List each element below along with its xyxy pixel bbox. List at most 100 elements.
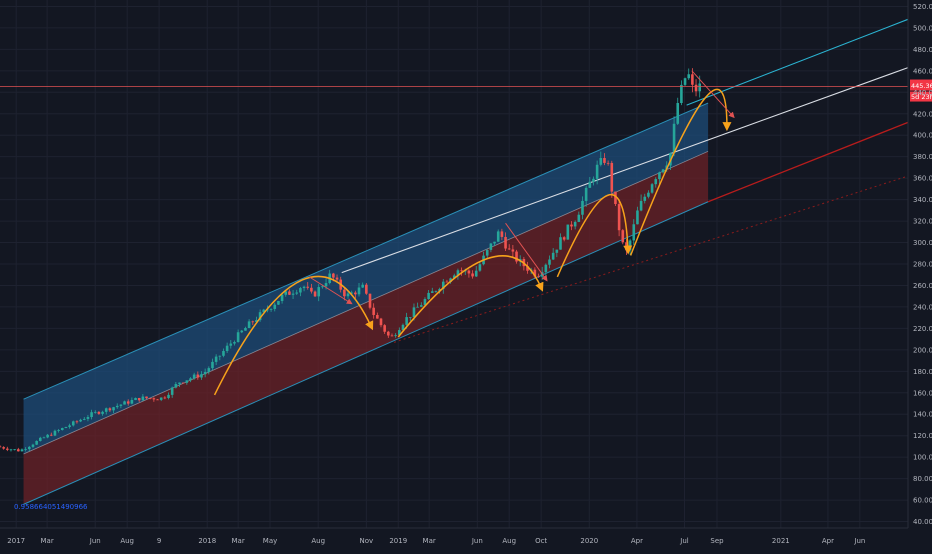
candle-body bbox=[152, 398, 156, 400]
candle-body bbox=[302, 286, 306, 289]
candle-body bbox=[185, 380, 189, 383]
candle-body bbox=[672, 123, 676, 153]
candle-body bbox=[119, 404, 123, 406]
candle-body bbox=[145, 396, 148, 399]
candle-body bbox=[130, 400, 134, 404]
candle-body bbox=[192, 374, 196, 379]
y-tick-label: 420.00 bbox=[913, 110, 932, 118]
candle-body bbox=[471, 273, 474, 277]
candle-body bbox=[365, 284, 368, 294]
candle-body bbox=[53, 430, 57, 436]
candle-body bbox=[68, 425, 71, 428]
candle-body bbox=[507, 248, 511, 250]
candle-body bbox=[225, 345, 229, 352]
candle-body bbox=[368, 293, 372, 308]
candle-body bbox=[229, 343, 233, 346]
candle-body bbox=[332, 273, 335, 278]
y-tick-label: 100.00 bbox=[913, 454, 932, 462]
candle-body bbox=[650, 184, 654, 193]
candle-body bbox=[570, 224, 573, 227]
candle-body bbox=[603, 158, 606, 163]
candle-body bbox=[137, 397, 141, 401]
candle-body bbox=[306, 286, 310, 288]
y-tick-label: 280.00 bbox=[913, 261, 932, 269]
x-tick-label: Mar bbox=[423, 537, 436, 545]
candle-body bbox=[354, 292, 357, 295]
x-tick-label: Jun bbox=[853, 537, 865, 545]
y-tick-label: 440.00 bbox=[913, 89, 932, 97]
candle-body bbox=[35, 440, 38, 445]
candle-body bbox=[658, 172, 661, 180]
candle-body bbox=[97, 411, 101, 414]
candle-body bbox=[581, 200, 584, 215]
candle-body bbox=[244, 328, 247, 331]
candle-body bbox=[599, 158, 603, 165]
candle-body bbox=[577, 214, 581, 222]
candle-body bbox=[445, 281, 449, 283]
candle-body bbox=[222, 351, 225, 356]
candle-body bbox=[218, 355, 222, 357]
candle-body bbox=[299, 288, 302, 293]
x-tick-label: Apr bbox=[822, 537, 834, 545]
candle-body bbox=[126, 401, 130, 404]
candle-body bbox=[2, 447, 5, 449]
candle-body bbox=[562, 237, 566, 240]
candle-body bbox=[75, 421, 79, 423]
candle-body bbox=[49, 434, 53, 436]
candle-body bbox=[680, 84, 683, 104]
candle-body bbox=[233, 342, 236, 344]
candle-body bbox=[310, 287, 313, 292]
y-tick-label: 220.00 bbox=[913, 325, 932, 333]
y-tick-label: 40.00 bbox=[913, 518, 932, 526]
candle-body bbox=[588, 181, 592, 188]
y-tick-label: 340.00 bbox=[913, 196, 932, 204]
x-tick-label: 2019 bbox=[389, 537, 407, 545]
x-tick-label: 2017 bbox=[7, 537, 25, 545]
x-tick-label: Aug bbox=[311, 537, 325, 545]
y-tick-label: 520.00 bbox=[913, 3, 932, 11]
y-tick-label: 140.00 bbox=[913, 411, 932, 419]
candle-body bbox=[148, 398, 152, 399]
y-tick-label: 80.00 bbox=[913, 475, 932, 483]
y-tick-label: 120.00 bbox=[913, 432, 932, 440]
candle-body bbox=[478, 264, 482, 271]
y-tick-label: 500.00 bbox=[913, 24, 932, 32]
candle-body bbox=[610, 162, 614, 192]
candle-body bbox=[698, 83, 702, 92]
candle-body bbox=[247, 321, 251, 329]
candle-body bbox=[207, 368, 211, 372]
candle-body bbox=[434, 291, 438, 292]
candle-body bbox=[683, 78, 687, 85]
y-tick-label: 400.00 bbox=[913, 132, 932, 140]
candle-body bbox=[405, 317, 408, 325]
candle-body bbox=[496, 231, 500, 242]
y-tick-label: 320.00 bbox=[913, 218, 932, 226]
chart-container[interactable]: 445.365d 23h 40.0060.0080.00100.00120.00… bbox=[0, 0, 932, 550]
price-chart[interactable]: 445.365d 23h 40.0060.0080.00100.00120.00… bbox=[0, 0, 932, 550]
y-tick-label: 180.00 bbox=[913, 368, 932, 376]
candle-body bbox=[181, 382, 185, 384]
y-tick-label: 200.00 bbox=[913, 346, 932, 354]
candle-body bbox=[295, 292, 299, 294]
candle-body bbox=[236, 332, 240, 343]
y-tick-label: 60.00 bbox=[913, 497, 932, 505]
candle-body bbox=[79, 419, 82, 422]
y-tick-label: 240.00 bbox=[913, 303, 932, 311]
x-tick-label: 2020 bbox=[580, 537, 598, 545]
candle-body bbox=[493, 241, 496, 244]
candle-body bbox=[90, 412, 93, 418]
candle-body bbox=[379, 318, 383, 326]
candle-body bbox=[544, 264, 548, 273]
candle-body bbox=[694, 84, 698, 92]
candle-body bbox=[115, 405, 119, 408]
channel-stat-label: 0.958664051490966 bbox=[14, 503, 88, 511]
candle-body bbox=[93, 411, 97, 413]
candle-body bbox=[628, 240, 632, 251]
candle-body bbox=[251, 321, 255, 323]
candle-body bbox=[460, 270, 463, 272]
candle-body bbox=[489, 243, 493, 250]
x-tick-label: Apr bbox=[631, 537, 643, 545]
candle-body bbox=[104, 408, 108, 412]
candle-body bbox=[566, 224, 570, 240]
candle-body bbox=[178, 382, 181, 385]
